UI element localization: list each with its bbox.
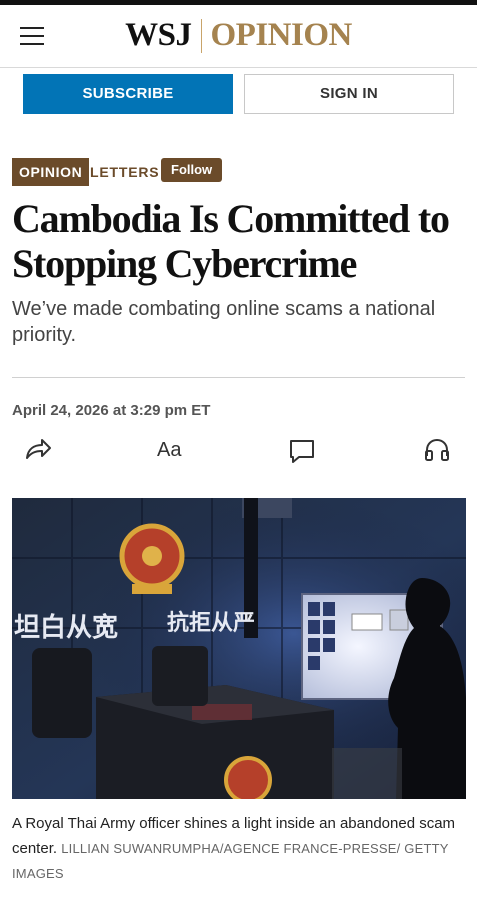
divider <box>12 377 465 378</box>
site-header: WSJ OPINION <box>0 5 477 68</box>
article-headline: Cambodia Is Committed to Stopping Cyberc… <box>12 196 450 286</box>
wall-slogan-left: 坦白从宽 <box>14 612 118 643</box>
sign-in-button[interactable]: SIGN IN <box>244 74 454 114</box>
logo-separator <box>200 18 202 53</box>
opinion-tag[interactable]: OPINION <box>12 158 90 186</box>
subscribe-button[interactable]: SUBSCRIBE <box>23 74 233 114</box>
article-dek: We’ve made combating online scams a nati… <box>12 298 436 346</box>
article-toolbar: Aa <box>0 434 477 466</box>
logo-wsj: WSJ <box>125 17 192 53</box>
photo-caption: A Royal Thai Army officer shines a light… <box>12 811 467 886</box>
comment-icon[interactable] <box>289 434 315 466</box>
photo-credit: LILLIAN SUWANRUMPHA/AGENCE FRANCE-PRESSE… <box>12 841 449 881</box>
article-timestamp: April 24, 2026 at 3:29 pm ET <box>12 402 211 419</box>
wsj-opinion-logo[interactable]: WSJ OPINION <box>0 17 477 54</box>
text-size-icon[interactable]: Aa <box>157 434 181 466</box>
headphones-icon[interactable] <box>424 434 450 466</box>
article-photo[interactable]: 坦白从宽 抗拒从严 <box>12 498 466 799</box>
letters-tag[interactable]: LETTERS <box>90 158 159 186</box>
logo-opinion: OPINION <box>210 17 353 53</box>
wall-slogan-right: 抗拒从严 <box>167 610 255 636</box>
follow-button[interactable]: Follow <box>161 158 223 182</box>
share-icon[interactable] <box>24 434 52 466</box>
